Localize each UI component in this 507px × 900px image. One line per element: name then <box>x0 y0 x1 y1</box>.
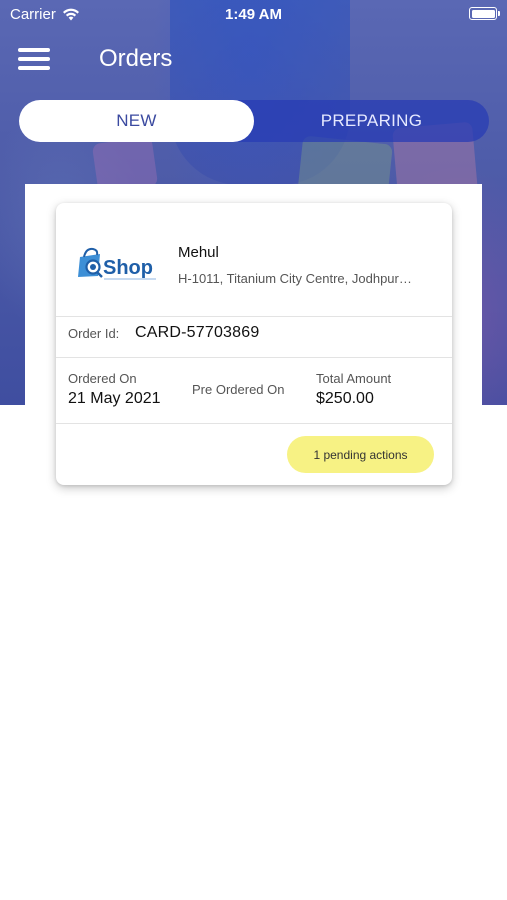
total-amount-label: Total Amount <box>316 371 392 386</box>
status-time: 1:49 AM <box>225 6 282 23</box>
order-id-label: Order Id: <box>68 326 120 341</box>
pre-ordered-on-label: Pre Ordered On <box>192 382 285 397</box>
ordered-on-value: 21 May 2021 <box>68 390 161 407</box>
pending-actions-button[interactable]: 1 pending actions <box>287 436 434 473</box>
tab-preparing[interactable]: PREPARING <box>254 100 489 142</box>
ordered-on-label: Ordered On <box>68 371 137 386</box>
total-amount-value: $250.00 <box>316 390 374 407</box>
menu-icon[interactable] <box>18 47 50 71</box>
shop-logo: Shop <box>78 247 156 280</box>
customer-name: Mehul <box>178 244 219 261</box>
shop-logo-text: Shop <box>103 257 153 279</box>
status-bar: Carrier 1:49 AM <box>0 0 507 28</box>
order-card[interactable]: Shop Mehul H-1011, Titanium City Centre,… <box>56 203 452 485</box>
page-title: Orders <box>99 45 173 72</box>
battery-icon <box>469 7 500 20</box>
tab-new[interactable]: NEW <box>19 100 254 142</box>
order-id-value: CARD-57703869 <box>135 324 260 341</box>
customer-address: H-1011, Titanium City Centre, Jodhpur… <box>178 271 412 286</box>
card-divider <box>56 357 452 358</box>
order-status-tabs: NEW PREPARING <box>19 100 489 142</box>
card-divider <box>56 316 452 317</box>
card-divider <box>56 423 452 424</box>
